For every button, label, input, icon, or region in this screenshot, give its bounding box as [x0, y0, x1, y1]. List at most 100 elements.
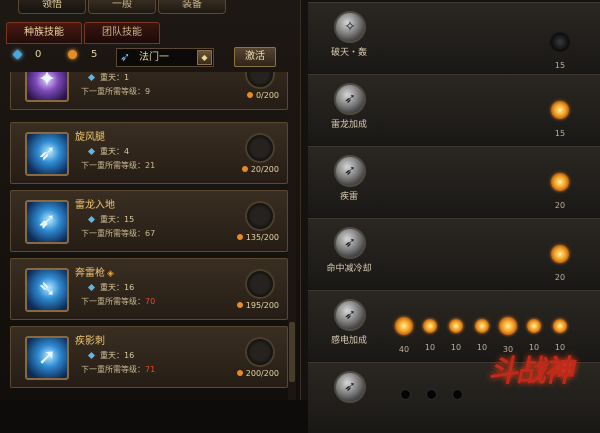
talent-icon[interactable]: ➶ [334, 83, 366, 115]
skill-next-level: 下一重所需等级：71 [81, 365, 156, 374]
empty-gem-icon[interactable] [452, 389, 463, 400]
shield-icon: ◈ [107, 269, 114, 279]
skill-icon: ➚ [25, 336, 69, 380]
school-selected-value: 法门一 [139, 52, 169, 63]
talent-row: ➶ 雷龙加成 15 [308, 74, 600, 145]
level-gem-icon [87, 215, 96, 224]
coin-icon [236, 302, 243, 308]
gem-cell[interactable]: 10 [442, 319, 470, 352]
skill-level: 重天：15 [87, 214, 134, 225]
sun-gem-icon [551, 245, 569, 263]
gem-value: 10 [450, 343, 462, 352]
gem-cell[interactable]: 10 [416, 319, 444, 352]
level-gem-icon [87, 283, 96, 292]
tab-race-skills[interactable]: 种族技能 [6, 22, 82, 44]
talent-icon[interactable]: ➶ [334, 371, 366, 403]
skill-slot-icon[interactable] [245, 337, 275, 367]
gem-cell[interactable]: 20 [546, 173, 574, 210]
skill-list-scrollbar[interactable] [288, 72, 296, 400]
skill-slot-icon[interactable] [245, 269, 275, 299]
sun-gem-icon [449, 319, 463, 333]
skill-cost: 20/200 [241, 165, 279, 174]
empty-gem-icon[interactable] [400, 389, 411, 400]
gem-cell[interactable]: 20 [546, 245, 574, 282]
tab-team-skills[interactable]: 团队技能 [84, 22, 160, 44]
coin-icon [246, 92, 253, 98]
skill-name: 疾影刺 [75, 336, 105, 347]
skill-list: ✦ 重天：1 下一重所需等级：9 0/200 ➶ 旋风腿 重天：4 下一重所需等… [6, 72, 288, 400]
gem-cell[interactable]: 15 [546, 101, 574, 138]
coin-icon [236, 234, 243, 240]
skill-icon: ➴ [25, 268, 69, 312]
skill-icon: ➹ [25, 200, 69, 244]
tab-comprehension[interactable]: 领悟 [18, 0, 86, 14]
skill-card[interactable]: ✦ 重天：1 下一重所需等级：9 0/200 [10, 72, 288, 110]
orange-points: 5 [68, 49, 97, 60]
gem-value: 40 [398, 345, 410, 354]
skill-level: 重天：16 [87, 282, 134, 293]
sun-gem-icon [475, 319, 489, 333]
orange-gem-icon [68, 49, 77, 59]
dropdown-arrow-icon[interactable]: ◆ [197, 50, 212, 65]
wing-icon: ➶ [120, 50, 131, 64]
skill-slot-icon[interactable] [245, 133, 275, 163]
talent-row: ➶ 命中减冷却 20 [308, 218, 600, 289]
game-logo: 斗战神 [486, 354, 578, 389]
sun-gem-icon [395, 317, 413, 335]
skill-level: 重天：4 [87, 146, 129, 157]
coin-icon [236, 370, 243, 376]
empty-gem-icon[interactable] [426, 389, 437, 400]
talent-row: ✧ 破天・轰 15 [308, 2, 600, 73]
activate-button[interactable]: 激活 [234, 47, 276, 67]
skill-name: 旋风腿 [75, 132, 105, 143]
skill-panel: 领悟 一般 装备 种族技能 团队技能 0 5 ➶ 法门一 ◆ 激活 ✦ 重天：1… [0, 0, 301, 400]
skill-icon: ➶ [25, 132, 69, 176]
tab-equipment[interactable]: 装备 [158, 0, 226, 14]
level-gem-icon [87, 73, 96, 82]
gem-value: 15 [554, 61, 566, 70]
skill-name: 奔雷枪 ◈ [75, 268, 114, 279]
gem-value: 20 [554, 273, 566, 282]
skill-icon: ✦ [25, 72, 69, 102]
sun-gem-icon [551, 173, 569, 191]
skill-level: 重天：16 [87, 350, 134, 361]
sun-gem-icon [551, 33, 569, 51]
gem-cell[interactable]: 15 [546, 33, 574, 70]
skill-card[interactable]: ➶ 旋风腿 重天：4 下一重所需等级：21 20/200 [10, 122, 288, 184]
skill-card[interactable]: ➴ 奔雷枪 ◈ 重天：16 下一重所需等级：70 195/200 [10, 258, 288, 320]
orange-points-value: 5 [91, 49, 98, 60]
talent-icon[interactable]: ✧ [334, 11, 366, 43]
talent-icon[interactable]: ➶ [334, 155, 366, 187]
scroll-thumb[interactable] [289, 322, 295, 382]
talent-name: 疾雷 [339, 192, 358, 202]
skill-next-level: 下一重所需等级：67 [81, 229, 156, 238]
level-gem-icon [87, 351, 96, 360]
blue-points: 0 [12, 49, 41, 60]
tab-general[interactable]: 一般 [88, 0, 156, 14]
blue-gem-icon [12, 49, 23, 59]
talent-name: 雷龙加成 [330, 120, 367, 130]
talent-name: 感电加成 [330, 336, 367, 346]
talent-panel: ✧ 破天・轰 15 ➶ 雷龙加成 15 ➶ 疾雷 20 ➶ 命中减冷却 20 ➶… [301, 0, 600, 433]
school-select[interactable]: ➶ 法门一 ◆ [116, 48, 214, 67]
skill-card[interactable]: ➚ 疾影刺 重天：16 下一重所需等级：71 200/200 [10, 326, 288, 388]
sun-gem-icon [423, 319, 437, 333]
skill-cost: 135/200 [236, 233, 279, 242]
skill-next-level: 下一重所需等级：21 [81, 161, 156, 170]
level-gem-icon [87, 147, 96, 156]
gem-cell[interactable]: 40 [390, 317, 418, 354]
skill-cost: 0/200 [246, 91, 279, 100]
sun-gem-icon [551, 101, 569, 119]
skill-card[interactable]: ➹ 雷龙入地 重天：15 下一重所需等级：67 135/200 [10, 190, 288, 252]
skill-next-level: 下一重所需等级：70 [81, 297, 156, 306]
skill-name: 雷龙入地 [75, 200, 115, 211]
talent-name: 破天・轰 [330, 48, 367, 58]
skill-slot-icon[interactable] [245, 201, 275, 231]
talent-row: ➶ 疾雷 20 [308, 146, 600, 217]
talent-icon[interactable]: ➶ [334, 299, 366, 331]
talent-icon[interactable]: ➶ [334, 227, 366, 259]
top-tab-bar: 领悟 一般 装备 [0, 0, 300, 14]
skill-slot-icon[interactable] [245, 72, 275, 89]
gem-value: 10 [424, 343, 436, 352]
sun-gem-icon [553, 319, 567, 333]
